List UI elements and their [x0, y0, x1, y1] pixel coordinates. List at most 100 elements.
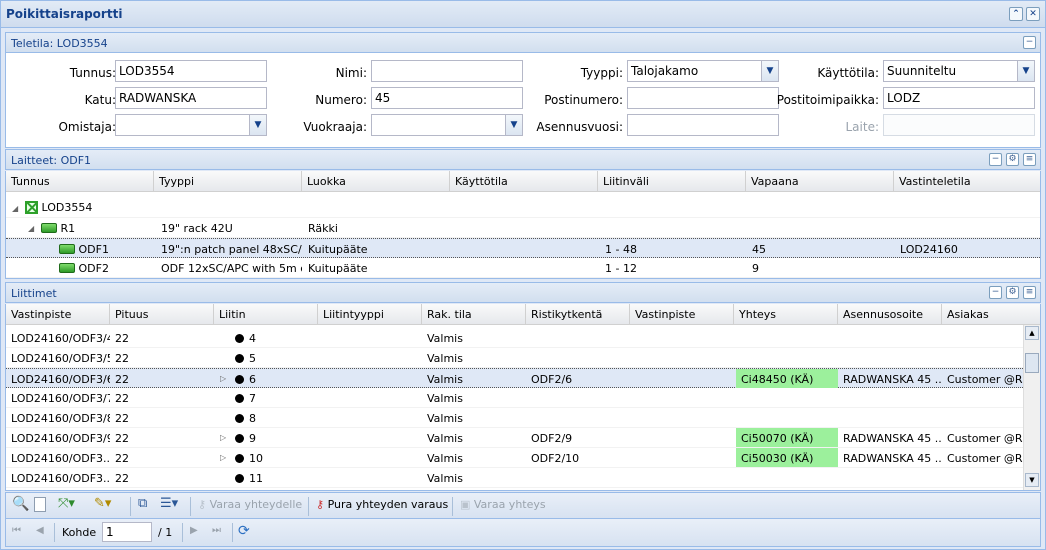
connector-row[interactable]: LOD24160/ODF3/9 22 ▷ 9 Valmis ODF2/9 Ci50070 (…	[6, 428, 1025, 448]
scroll-thumb[interactable]	[1025, 353, 1039, 373]
gear-icon[interactable]: ⚙	[1006, 153, 1019, 166]
col-kayttotila[interactable]: Käyttötila	[450, 171, 598, 192]
prev-page-icon[interactable]: ◀	[36, 525, 44, 542]
first-page-icon[interactable]: ⏮	[12, 525, 21, 542]
magic-wand-icon[interactable]: ✎▾	[94, 496, 111, 513]
vastinpiste-cell: LOD24160/ODF3...	[11, 472, 110, 485]
expand-icon[interactable]: ▷	[220, 374, 226, 383]
liitin-cell: 7	[230, 388, 320, 407]
col-vastinteletila[interactable]: Vastinteletila	[894, 171, 1040, 192]
liitin-cell: 6	[230, 369, 320, 388]
tyyppi-select[interactable]: Talojakamo ▼	[627, 60, 779, 82]
connector-row[interactable]: LOD24160/ODF3/5 22 5 Valmis	[6, 348, 1025, 368]
katu-field[interactable]: RADWANSKA	[115, 87, 267, 109]
scroll-down-icon[interactable]: ▼	[1025, 473, 1039, 487]
reserve-for-connection-button[interactable]: ⚷ Varaa yhteydelle	[198, 498, 302, 515]
vuokraaja-select[interactable]: ▼	[371, 114, 523, 136]
list-menu-icon[interactable]: ☰▾	[160, 496, 178, 513]
new-document-icon[interactable]	[34, 497, 46, 514]
tree-row-selected[interactable]: ODF1 19":n patch panel 48xSC/... Kuitupä…	[6, 238, 1040, 258]
connectors-scrollbar[interactable]: ▲ ▼	[1023, 325, 1040, 490]
col-asiakas[interactable]: Asiakas	[942, 304, 1040, 325]
search-icon[interactable]: 🔍	[12, 496, 29, 513]
nimi-field[interactable]	[371, 60, 523, 82]
col-liitintyyppi[interactable]: Liitintyyppi	[318, 304, 422, 325]
window-titlebar: Poikittaisraportti ⌃ ✕	[1, 1, 1045, 28]
col-liitin[interactable]: Liitin	[214, 304, 318, 325]
tunnus-field[interactable]: LOD3554	[115, 60, 267, 82]
connector-row[interactable]: LOD24160/ODF3/7 22 7 Valmis	[6, 388, 1025, 408]
expand-icon[interactable]: ▷	[220, 433, 226, 442]
connector-row[interactable]: LOD24160/ODF3... 22 11 Valmis	[6, 468, 1025, 488]
connector-row-selected[interactable]: LOD24160/ODF3/6 22 ▷ 6 Valmis ODF2/6 Ci48450 (…	[6, 368, 1025, 388]
tree-row-tunnus: ODF1	[78, 243, 109, 256]
asiakas-cell	[942, 408, 1025, 427]
tree-row[interactable]: ◢ LOD3554	[6, 198, 1040, 218]
add-window-icon[interactable]: ⧉	[138, 496, 147, 513]
asennusosoite-cell	[838, 468, 942, 487]
tree-row[interactable]: ODF2 ODF 12xSC/APC with 5m c... Kuitupää…	[6, 258, 1040, 278]
reserve-for-connection-label: Varaa yhteydelle	[209, 498, 303, 511]
cancel-reservation-button[interactable]: ⚷ Pura yhteyden varaus	[316, 498, 448, 515]
close-window-button[interactable]: ✕	[1026, 7, 1040, 21]
reserve-connection-button[interactable]: ▣ Varaa yhteys	[460, 498, 546, 515]
tree-row-tyyppi: ODF 12xSC/APC with 5m c...	[161, 262, 302, 275]
pituus-cell: 22	[115, 392, 129, 405]
list-icon[interactable]: ≡	[1023, 286, 1036, 299]
ristikytkenta-cell	[526, 328, 630, 347]
next-page-icon[interactable]: ▶	[190, 525, 198, 542]
tree-row[interactable]: ◢ R1 19" rack 42U Räkki	[6, 218, 1040, 238]
collapse-site-panel-button[interactable]: −	[1023, 36, 1036, 49]
col-asennusosoite[interactable]: Asennusosoite	[838, 304, 942, 325]
expand-icon[interactable]: ▷	[220, 453, 226, 462]
rak-tila-cell: Valmis	[427, 352, 463, 365]
list-icon[interactable]: ≡	[1023, 153, 1036, 166]
rak-tila-cell: Valmis	[427, 392, 463, 405]
collapse-connectors-button[interactable]: −	[989, 286, 1002, 299]
asiakas-cell: Customer @Rad	[947, 373, 1025, 386]
last-page-icon[interactable]: ⏭	[212, 525, 221, 542]
connector-row[interactable]: LOD24160/ODF3/4 22 4 Valmis	[6, 328, 1025, 348]
collapse-devices-button[interactable]: −	[989, 153, 1002, 166]
kayttotila-label: Käyttötila:	[817, 66, 879, 80]
refresh-icon[interactable]: ⟳	[238, 523, 250, 540]
postinumero-label: Postinumero:	[544, 93, 623, 107]
col-luokka[interactable]: Luokka	[302, 171, 450, 192]
col-vastinpiste-2[interactable]: Vastinpiste	[630, 304, 734, 325]
col-yhteys[interactable]: Yhteys	[734, 304, 838, 325]
col-tunnus[interactable]: Tunnus	[6, 171, 154, 192]
rack-icon	[41, 223, 57, 233]
liitin-value: 7	[249, 392, 256, 405]
connector-row[interactable]: LOD24160/ODF3... 22 ▷ 10 Valmis ODF2/10 Ci5003…	[6, 448, 1025, 468]
col-rak-tila[interactable]: Rak. tila	[422, 304, 526, 325]
liitin-value: 9	[249, 432, 256, 445]
ristikytkenta-cell: ODF2/10	[531, 452, 580, 465]
asennusvuosi-field[interactable]	[627, 114, 779, 136]
connector-row[interactable]: LOD24160/ODF3/8 22 8 Valmis	[6, 408, 1025, 428]
ristikytkenta-cell	[526, 388, 630, 407]
tree-row-tunnus: LOD3554	[41, 201, 93, 214]
kayttotila-select[interactable]: Suunniteltu ▼	[883, 60, 1035, 82]
col-vapaana[interactable]: Vapaana	[746, 171, 894, 192]
postinumero-field[interactable]	[627, 87, 779, 109]
numero-field[interactable]: 45	[371, 87, 523, 109]
connector-dot-icon	[235, 334, 244, 343]
col-pituus[interactable]: Pituus	[110, 304, 214, 325]
col-tyyppi[interactable]: Tyyppi	[154, 171, 302, 192]
col-ristikytkenta[interactable]: Ristikytkentä	[526, 304, 630, 325]
expand-icon[interactable]: ◢	[12, 204, 18, 213]
katu-label: Katu:	[84, 93, 116, 107]
expand-all-icon[interactable]: ⤧▾	[58, 496, 75, 513]
col-liitinvali[interactable]: Liitinväli	[598, 171, 746, 192]
connector-dot-icon	[235, 434, 244, 443]
col-vastinpiste[interactable]: Vastinpiste	[6, 304, 110, 325]
collapse-window-button[interactable]: ⌃	[1009, 7, 1023, 21]
expand-icon[interactable]: ◢	[28, 224, 34, 233]
page-input[interactable]: 1	[102, 522, 152, 542]
chevron-down-icon[interactable]: ▼	[1017, 61, 1034, 81]
omistaja-select[interactable]: ▼	[115, 114, 267, 136]
tree-row-vapaana: 9	[752, 262, 759, 275]
scroll-up-icon[interactable]: ▲	[1025, 326, 1039, 340]
gear-icon[interactable]: ⚙	[1006, 286, 1019, 299]
postitoimipaikka-field[interactable]: LODZ	[883, 87, 1035, 109]
